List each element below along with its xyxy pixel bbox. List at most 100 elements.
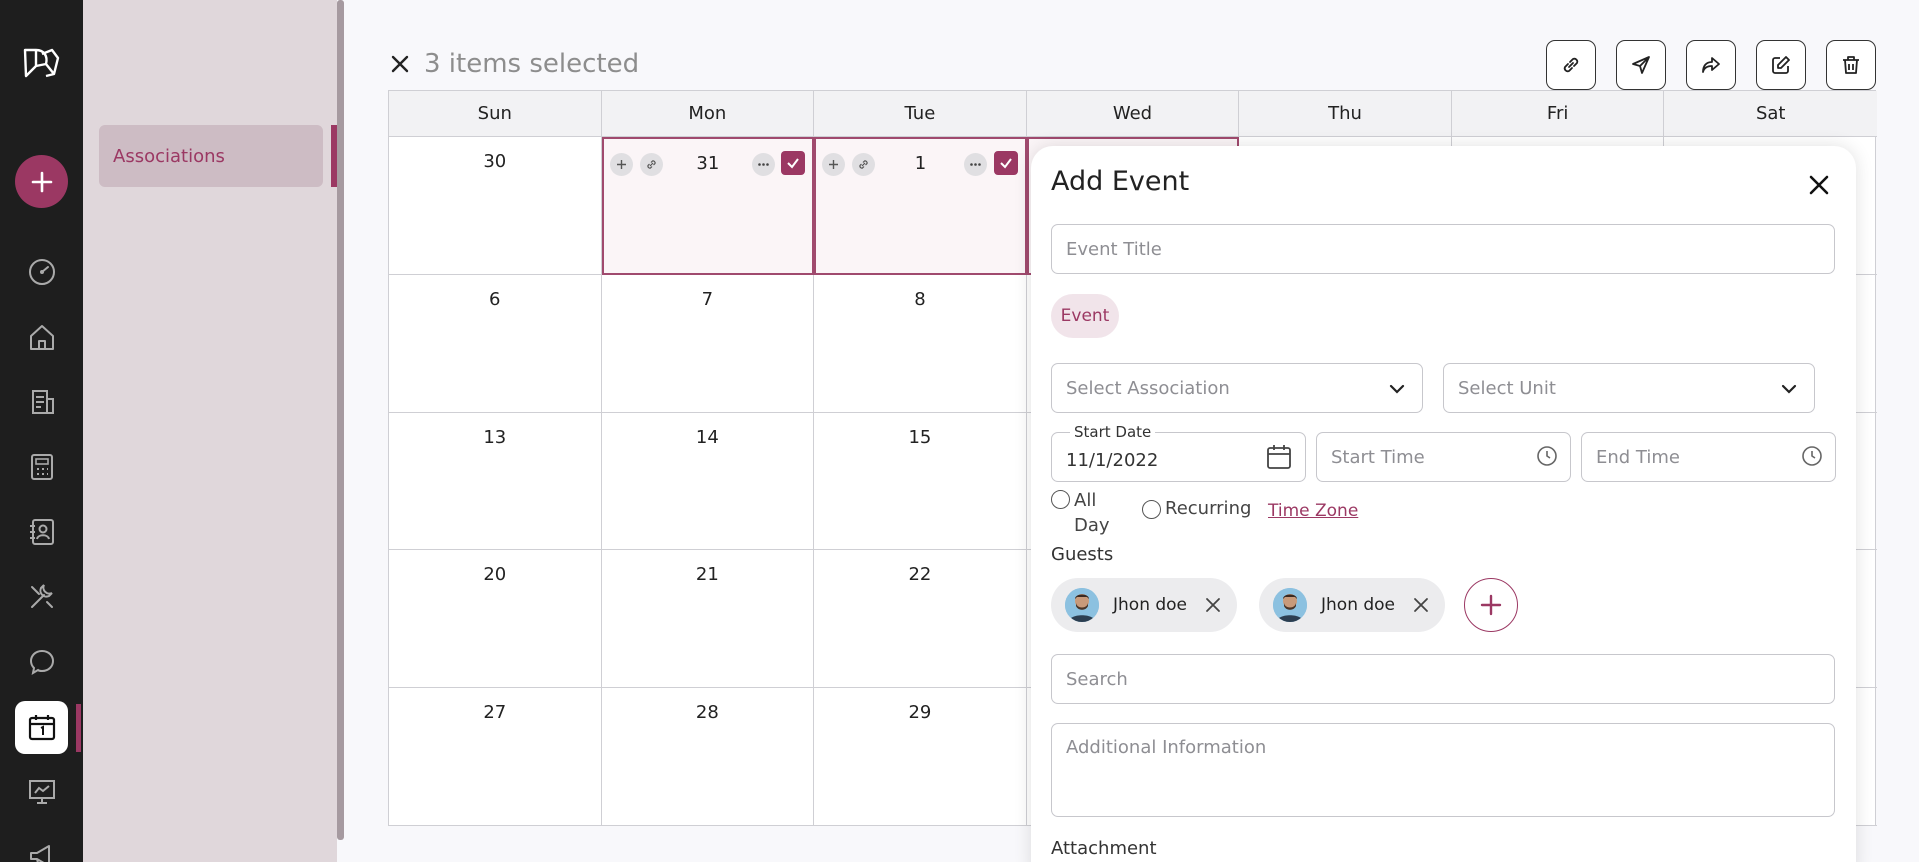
nav-home[interactable]	[0, 311, 83, 363]
remove-guest-icon[interactable]	[1205, 597, 1221, 613]
nav-calculator[interactable]	[0, 441, 83, 493]
nav-tools[interactable]	[0, 571, 83, 623]
edit-button[interactable]	[1756, 40, 1806, 90]
nav-chat[interactable]	[0, 636, 83, 688]
additional-info-textarea[interactable]: Additional Information	[1051, 723, 1835, 817]
day-cell[interactable]: 22	[814, 550, 1027, 689]
day-checkbox[interactable]	[781, 151, 806, 175]
guest-chip: Jhon doe	[1259, 578, 1446, 632]
nav-ledger[interactable]	[0, 376, 83, 428]
clock-icon[interactable]	[1801, 445, 1823, 467]
panel-title: Add Event	[1051, 166, 1190, 197]
event-title-input[interactable]: Event Title	[1051, 224, 1835, 274]
day-number: 30	[483, 151, 507, 172]
chat-icon	[29, 649, 54, 676]
day-cell-selected[interactable]: 31	[601, 137, 815, 275]
weekday-label: Mon	[602, 91, 815, 136]
attachment-label: Attachment	[1051, 838, 1157, 859]
weekday-label: Sun	[389, 91, 602, 136]
start-date-value: 11/1/2022	[1066, 449, 1159, 471]
time-zone-link[interactable]: Time Zone	[1268, 501, 1358, 521]
day-number: 7	[701, 288, 714, 310]
guest-chip: Jhon doe	[1051, 578, 1238, 632]
event-type-chip[interactable]: Event	[1051, 294, 1119, 338]
avatar	[1065, 588, 1099, 622]
guest-search-input[interactable]: Search	[1051, 654, 1835, 704]
sidebar-scrollbar[interactable]	[337, 0, 344, 840]
day-number: 14	[695, 426, 719, 448]
edit-icon	[1772, 56, 1790, 74]
nav-megaphone[interactable]	[0, 830, 83, 862]
weekday-label: Wed	[1027, 91, 1240, 136]
add-event-panel: Add Event Event Title Event Select Assoc…	[1031, 146, 1856, 862]
radio-circle[interactable]	[1142, 500, 1161, 519]
unit-placeholder: Select Unit	[1458, 377, 1556, 399]
day-cell[interactable]: 13	[389, 412, 602, 551]
clear-selection-icon[interactable]	[388, 52, 412, 76]
check-icon	[787, 158, 799, 169]
day-cell[interactable]: 20	[389, 550, 602, 689]
app-logo-icon[interactable]	[22, 46, 62, 80]
day-cell[interactable]: 30	[389, 137, 602, 275]
nav-dashboard[interactable]	[0, 246, 83, 298]
day-cell[interactable]: 29	[814, 688, 1027, 826]
link-button[interactable]	[1546, 40, 1596, 90]
link-icon	[1563, 57, 1579, 73]
delete-button[interactable]	[1826, 40, 1876, 90]
day-cell[interactable]: 21	[601, 550, 815, 689]
nav-contacts[interactable]	[0, 506, 83, 558]
event-title-placeholder: Event Title	[1066, 238, 1162, 260]
calendar-icon	[28, 715, 55, 741]
search-placeholder: Search	[1066, 668, 1128, 690]
day-number: 13	[483, 426, 507, 448]
day-cell-selected[interactable]: 1	[814, 137, 1027, 275]
association-select[interactable]: Select Association	[1051, 363, 1423, 413]
day-cell[interactable]: 6	[389, 274, 602, 413]
start-date-field[interactable]: Start Date 11/1/2022	[1051, 423, 1306, 482]
guest-name: Jhon doe	[1113, 595, 1188, 615]
end-time-field[interactable]: End Time	[1581, 432, 1836, 482]
all-day-label: All Day	[1074, 490, 1110, 536]
send-button[interactable]	[1616, 40, 1666, 90]
nav-presentation[interactable]	[0, 766, 83, 818]
calculator-icon	[30, 454, 53, 480]
calendar-icon[interactable]	[1265, 443, 1293, 471]
unit-select[interactable]: Select Unit	[1443, 363, 1815, 413]
plus-icon	[1480, 594, 1502, 616]
weekday-label: Fri	[1452, 91, 1665, 136]
nav-calendar[interactable]	[0, 700, 83, 754]
day-cell[interactable]: 8	[814, 274, 1027, 413]
start-time-field[interactable]: Start Time	[1316, 432, 1571, 482]
clock-icon[interactable]	[1536, 445, 1558, 467]
day-cell[interactable]: 14	[601, 412, 815, 551]
megaphone-icon	[29, 845, 50, 862]
create-button[interactable]	[15, 155, 68, 208]
selection-count: 3 items selected	[424, 49, 640, 79]
day-number: 22	[908, 564, 932, 586]
day-cell[interactable]: 28	[601, 688, 815, 826]
weekday-label: Thu	[1239, 91, 1452, 136]
dashboard-icon	[28, 259, 55, 285]
more-options-button[interactable]	[751, 153, 775, 176]
presentation-icon	[28, 780, 55, 804]
close-icon[interactable]	[1806, 172, 1832, 198]
sidebar-item-associations[interactable]: Associations	[99, 125, 323, 187]
tools-icon	[30, 584, 53, 608]
start-date-label: Start Date	[1070, 423, 1156, 441]
more-options-button[interactable]	[964, 153, 988, 176]
app-rail	[0, 0, 83, 862]
chevron-down-icon	[1781, 384, 1797, 394]
association-placeholder: Select Association	[1066, 377, 1230, 399]
recurring-radio[interactable]: Recurring	[1142, 498, 1251, 519]
remove-guest-icon[interactable]	[1413, 597, 1429, 613]
chevron-down-icon	[1389, 384, 1405, 394]
day-checkbox[interactable]	[993, 151, 1018, 175]
day-number: 6	[489, 288, 501, 310]
day-cell[interactable]: 15	[814, 412, 1027, 551]
share-button[interactable]	[1686, 40, 1736, 90]
day-cell[interactable]: 7	[601, 274, 815, 413]
radio-circle[interactable]	[1051, 490, 1070, 509]
day-cell[interactable]: 27	[389, 688, 602, 826]
all-day-radio[interactable]: All Day	[1051, 488, 1115, 538]
add-guest-button[interactable]	[1464, 578, 1518, 632]
